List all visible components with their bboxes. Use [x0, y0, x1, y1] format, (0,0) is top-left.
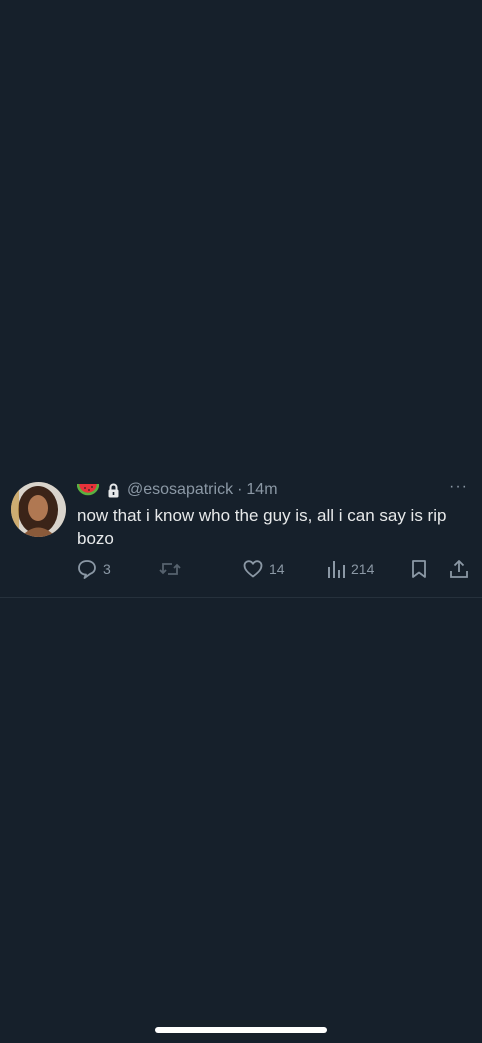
tweet[interactable]: @esosapatrick · 14m ··· now that i know …	[0, 472, 482, 598]
like-button[interactable]: 14	[243, 559, 285, 579]
bookmark-icon	[411, 559, 433, 579]
reply-icon	[77, 559, 103, 579]
retweet-button[interactable]	[159, 559, 187, 579]
watermelon-emoji-icon	[76, 482, 100, 498]
tweet-timestamp[interactable]: 14m	[246, 481, 277, 499]
views-count: 214	[351, 561, 375, 577]
lock-icon	[107, 483, 120, 498]
reply-button[interactable]: 3	[77, 559, 111, 579]
more-options-button[interactable]: ···	[449, 478, 468, 496]
home-indicator[interactable]	[155, 1027, 327, 1033]
avatar[interactable]	[11, 482, 66, 537]
like-count: 14	[269, 561, 285, 577]
tweet-header: @esosapatrick · 14m	[76, 480, 278, 500]
views-button[interactable]: 214	[327, 559, 374, 579]
share-icon	[449, 559, 475, 579]
heart-icon	[243, 559, 269, 579]
bookmark-button[interactable]	[411, 559, 433, 579]
views-chart-icon	[327, 559, 351, 579]
tweet-handle[interactable]: @esosapatrick	[127, 481, 233, 499]
tweet-text: now that i know who the guy is, all i ca…	[77, 506, 447, 548]
tweet-actions: 3 14 214	[77, 559, 472, 581]
reply-count: 3	[103, 561, 111, 577]
share-button[interactable]	[449, 559, 475, 579]
meta-separator: ·	[237, 481, 243, 498]
retweet-icon	[159, 559, 187, 579]
